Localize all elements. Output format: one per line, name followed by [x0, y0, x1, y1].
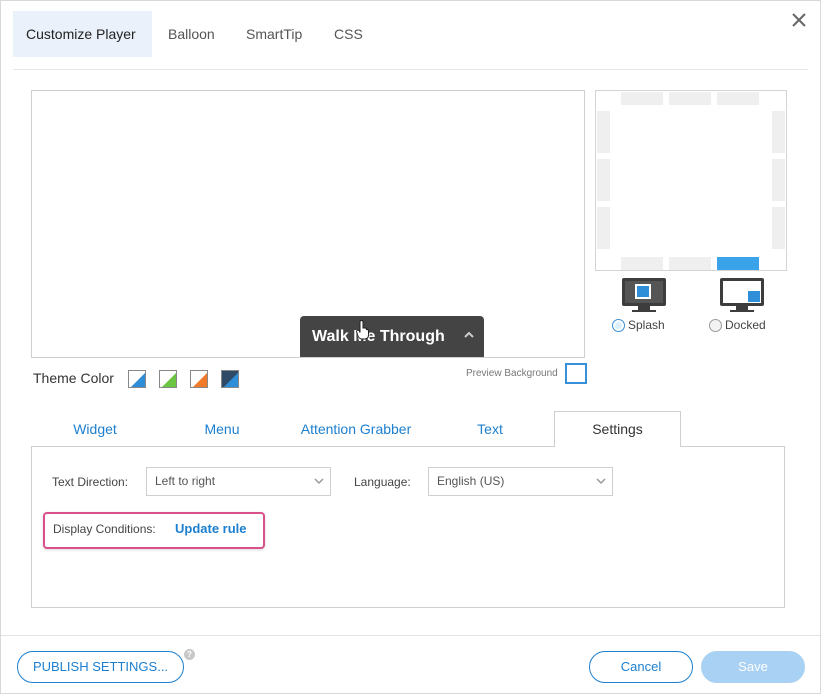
tab-menu[interactable]: Menu [169, 414, 275, 444]
tab-customize-player[interactable]: Customize Player [13, 11, 152, 57]
preview-background-picker[interactable] [565, 363, 587, 384]
hand-cursor-icon [356, 320, 369, 340]
position-slot-right-top[interactable] [772, 111, 785, 153]
display-conditions-label: Display Conditions: [53, 522, 156, 536]
theme-swatch-navy[interactable] [221, 370, 239, 388]
player-preview-area: Walk Me Through [31, 90, 585, 358]
tab-widget[interactable]: Widget [41, 414, 149, 444]
language-label: Language: [354, 475, 411, 489]
docked-label: Docked [725, 318, 766, 332]
position-slot-left-top[interactable] [597, 111, 610, 153]
chevron-down-icon [314, 478, 324, 485]
radio-selected-indicator [612, 318, 625, 332]
theme-swatch-green[interactable] [159, 370, 177, 388]
display-conditions-highlight: Display Conditions: Update rule [43, 512, 265, 549]
position-slot-bottom-right[interactable] [717, 257, 759, 270]
position-slot-right-bottom[interactable] [772, 207, 785, 249]
widget-label: Walk Me Through [312, 328, 445, 345]
widget-accent-bar [300, 357, 484, 358]
help-icon[interactable]: ? [184, 649, 195, 660]
footer-divider [1, 635, 820, 636]
radio-unselected-indicator [709, 318, 722, 332]
walkme-widget-preview[interactable]: Walk Me Through [300, 316, 484, 358]
theme-swatch-blue[interactable] [128, 370, 146, 388]
monitor-docked-icon[interactable] [719, 277, 765, 313]
chevron-up-icon[interactable] [464, 330, 474, 340]
position-slot-bottom-left[interactable] [621, 257, 663, 270]
text-direction-value: Left to right [155, 474, 216, 488]
preview-background-label: Preview Background [466, 368, 558, 379]
text-direction-select[interactable]: Left to right [146, 467, 331, 496]
position-slot-left-middle[interactable] [597, 159, 610, 201]
position-slot-right-middle[interactable] [772, 159, 785, 201]
tab-smarttip[interactable]: SmartTip [233, 11, 315, 57]
position-slot-left-bottom[interactable] [597, 207, 610, 249]
tab-settings[interactable]: Settings [554, 411, 681, 447]
splash-label: Splash [628, 318, 665, 332]
tab-balloon[interactable]: Balloon [155, 11, 228, 57]
tab-css[interactable]: CSS [321, 11, 376, 57]
tab-text[interactable]: Text [437, 414, 543, 444]
header-divider [13, 69, 808, 70]
text-direction-label: Text Direction: [52, 475, 129, 489]
cancel-button[interactable]: Cancel [589, 651, 693, 683]
position-slot-top-left[interactable] [621, 92, 663, 105]
theme-swatch-orange[interactable] [190, 370, 208, 388]
splash-radio[interactable]: Splash [612, 318, 665, 332]
language-select[interactable]: English (US) [428, 467, 613, 496]
monitor-splash-icon[interactable] [621, 277, 667, 313]
language-value: English (US) [437, 474, 505, 488]
position-picker [595, 90, 787, 271]
publish-settings-button[interactable]: PUBLISH SETTINGS... [17, 651, 184, 683]
theme-color-label: Theme Color [33, 370, 114, 386]
save-button[interactable]: Save [701, 651, 805, 683]
customize-player-dialog: Customize Player Balloon SmartTip CSS Wa… [0, 0, 821, 694]
position-slot-top-center[interactable] [669, 92, 711, 105]
tab-attention-grabber[interactable]: Attention Grabber [285, 414, 427, 444]
position-slot-bottom-center[interactable] [669, 257, 711, 270]
position-slot-top-right[interactable] [717, 92, 759, 105]
update-rule-link[interactable]: Update rule [175, 521, 247, 536]
close-icon[interactable] [792, 7, 806, 33]
chevron-down-icon [596, 478, 606, 485]
docked-radio[interactable]: Docked [709, 318, 766, 332]
